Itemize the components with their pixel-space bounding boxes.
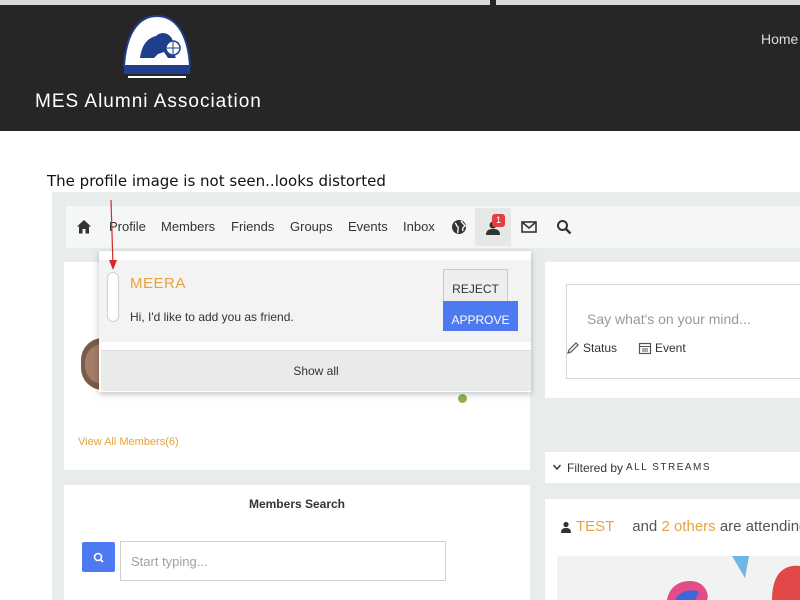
status-tab[interactable]: Status bbox=[583, 341, 617, 355]
site-name: MES Alumni Association bbox=[35, 91, 262, 112]
request-message: Hi, I'd like to add you as friend. bbox=[130, 310, 294, 324]
nav-link-events[interactable]: Events bbox=[348, 219, 388, 234]
annotation-arrow-icon bbox=[109, 199, 117, 270]
nav-link-groups[interactable]: Groups bbox=[290, 219, 333, 234]
event-tab[interactable]: Event bbox=[655, 341, 686, 355]
home-icon[interactable] bbox=[75, 218, 93, 236]
members-search-input[interactable] bbox=[120, 541, 446, 581]
globe-icon[interactable] bbox=[450, 218, 468, 236]
search-icon[interactable] bbox=[555, 218, 573, 236]
stream-filter-label: Filtered by bbox=[567, 461, 624, 475]
nav-home-link[interactable]: Home bbox=[761, 31, 798, 47]
members-search-title: Members Search bbox=[248, 497, 346, 511]
activity-suffix: are attending bbox=[719, 518, 800, 535]
nav-link-friends[interactable]: Friends bbox=[231, 219, 274, 234]
members-search-button[interactable] bbox=[82, 542, 115, 572]
show-all-requests-link[interactable]: Show all bbox=[101, 350, 531, 391]
requester-name[interactable]: MEERA bbox=[130, 275, 186, 292]
activity-event-link[interactable]: TEST bbox=[576, 518, 614, 535]
attendees-icon bbox=[561, 521, 571, 533]
pencil-icon bbox=[567, 342, 579, 354]
status-post-input[interactable] bbox=[566, 284, 800, 379]
browser-strip bbox=[0, 0, 800, 5]
page: MES Alumni Association Home The profile … bbox=[0, 0, 800, 600]
view-all-members-link[interactable]: View All Members(6) bbox=[78, 436, 179, 448]
notification-badge: 1 bbox=[492, 214, 505, 227]
nav-link-members[interactable]: Members bbox=[161, 219, 215, 234]
stream-filter-value[interactable]: ALL STREAMS bbox=[626, 462, 711, 473]
online-status-dot bbox=[458, 394, 467, 403]
chevron-down-icon[interactable] bbox=[552, 462, 562, 472]
approve-button[interactable]: APPROVE bbox=[443, 301, 518, 331]
browser-strip-gap bbox=[490, 0, 496, 5]
nav-link-inbox[interactable]: Inbox bbox=[403, 219, 435, 234]
search-icon bbox=[93, 552, 104, 563]
calendar-icon bbox=[638, 342, 652, 355]
activity-others-link[interactable]: 2 others bbox=[661, 518, 715, 535]
status-post-placeholder: Say what's on your mind... bbox=[587, 311, 751, 327]
reject-button[interactable]: REJECT bbox=[443, 269, 508, 302]
event-cover-image[interactable] bbox=[557, 556, 800, 600]
requester-avatar[interactable] bbox=[107, 272, 119, 322]
activity-text: TEST and 2 others are attending bbox=[576, 518, 800, 535]
annotation-text: The profile image is not seen..looks dis… bbox=[47, 172, 386, 190]
lion-crest-logo[interactable] bbox=[118, 14, 196, 84]
activity-joiner: and bbox=[632, 518, 658, 535]
mail-icon[interactable] bbox=[520, 218, 538, 236]
